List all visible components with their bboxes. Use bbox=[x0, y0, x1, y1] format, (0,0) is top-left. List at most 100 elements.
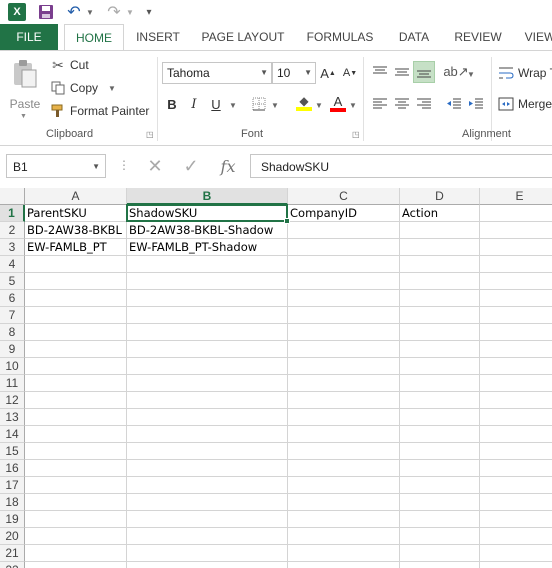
cell-a22[interactable] bbox=[25, 562, 127, 568]
cell-b18[interactable] bbox=[127, 494, 288, 511]
row-header-20[interactable]: 20 bbox=[0, 528, 25, 545]
cell-c12[interactable] bbox=[288, 392, 400, 409]
cell-b5[interactable] bbox=[127, 273, 288, 290]
tab-insert[interactable]: INSERT bbox=[134, 24, 182, 50]
cell-e17[interactable] bbox=[480, 477, 552, 494]
cell-a6[interactable] bbox=[25, 290, 127, 307]
tab-file[interactable]: FILE bbox=[0, 24, 58, 50]
cancel-entry-icon[interactable]: ✕ bbox=[144, 154, 166, 178]
redo-icon[interactable]: ↷ bbox=[106, 3, 122, 21]
confirm-entry-icon[interactable]: ✓ bbox=[180, 154, 202, 178]
cell-d10[interactable] bbox=[400, 358, 480, 375]
cell-c1[interactable]: CompanyID bbox=[288, 205, 400, 222]
cell-a16[interactable] bbox=[25, 460, 127, 477]
cell-b16[interactable] bbox=[127, 460, 288, 477]
cell-b21[interactable] bbox=[127, 545, 288, 562]
row-header-3[interactable]: 3 bbox=[0, 239, 25, 256]
format-painter-button[interactable]: Format Painter bbox=[50, 101, 149, 121]
cell-a19[interactable] bbox=[25, 511, 127, 528]
cell-e1[interactable] bbox=[480, 205, 552, 222]
cut-button[interactable]: ✂ Cut bbox=[50, 55, 89, 75]
row-header-18[interactable]: 18 bbox=[0, 494, 25, 511]
cell-a14[interactable] bbox=[25, 426, 127, 443]
align-left-button[interactable] bbox=[370, 94, 390, 114]
cell-e2[interactable] bbox=[480, 222, 552, 239]
cell-e13[interactable] bbox=[480, 409, 552, 426]
cell-e21[interactable] bbox=[480, 545, 552, 562]
borders-dropdown-icon[interactable]: ▼ bbox=[270, 95, 280, 115]
cell-a4[interactable] bbox=[25, 256, 127, 273]
font-color-button[interactable]: A bbox=[328, 93, 348, 113]
column-header-c[interactable]: C bbox=[288, 188, 400, 205]
cell-a20[interactable] bbox=[25, 528, 127, 545]
increase-indent-button[interactable] bbox=[466, 94, 486, 114]
cell-d3[interactable] bbox=[400, 239, 480, 256]
cell-c15[interactable] bbox=[288, 443, 400, 460]
row-header-13[interactable]: 13 bbox=[0, 409, 25, 426]
column-header-e[interactable]: E bbox=[480, 188, 552, 205]
row-header-14[interactable]: 14 bbox=[0, 426, 25, 443]
cell-e6[interactable] bbox=[480, 290, 552, 307]
borders-button[interactable] bbox=[250, 94, 268, 114]
cell-e16[interactable] bbox=[480, 460, 552, 477]
cell-a13[interactable] bbox=[25, 409, 127, 426]
grow-font-button[interactable]: A ▲ bbox=[320, 63, 336, 83]
cell-c2[interactable] bbox=[288, 222, 400, 239]
middle-align-button[interactable] bbox=[392, 62, 412, 82]
cell-c6[interactable] bbox=[288, 290, 400, 307]
cell-c9[interactable] bbox=[288, 341, 400, 358]
cell-e3[interactable] bbox=[480, 239, 552, 256]
tab-review[interactable]: REVIEW bbox=[450, 24, 506, 50]
font-name-combo[interactable]: Tahoma ▼ bbox=[162, 62, 272, 84]
row-header-12[interactable]: 12 bbox=[0, 392, 25, 409]
cell-b10[interactable] bbox=[127, 358, 288, 375]
clipboard-launcher-icon[interactable]: ◳ bbox=[146, 130, 154, 139]
cell-c7[interactable] bbox=[288, 307, 400, 324]
cell-a18[interactable] bbox=[25, 494, 127, 511]
font-launcher-icon[interactable]: ◳ bbox=[352, 130, 360, 139]
cell-d11[interactable] bbox=[400, 375, 480, 392]
cell-d2[interactable] bbox=[400, 222, 480, 239]
row-header-11[interactable]: 11 bbox=[0, 375, 25, 392]
orientation-dropdown-icon[interactable]: ▼ bbox=[466, 64, 476, 84]
cell-b8[interactable] bbox=[127, 324, 288, 341]
cell-a7[interactable] bbox=[25, 307, 127, 324]
formula-input[interactable]: ShadowSKU bbox=[250, 154, 552, 178]
row-header-15[interactable]: 15 bbox=[0, 443, 25, 460]
cell-e7[interactable] bbox=[480, 307, 552, 324]
cell-a12[interactable] bbox=[25, 392, 127, 409]
row-header-6[interactable]: 6 bbox=[0, 290, 25, 307]
cell-c22[interactable] bbox=[288, 562, 400, 568]
cell-e12[interactable] bbox=[480, 392, 552, 409]
underline-dropdown-icon[interactable]: ▼ bbox=[228, 95, 238, 115]
cell-a2[interactable]: BD-2AW38-BKBL bbox=[25, 222, 127, 239]
font-size-combo[interactable]: 10 ▼ bbox=[272, 62, 316, 84]
formula-bar-resize-handle[interactable]: ⋮ bbox=[118, 158, 130, 172]
paste-button[interactable]: Paste ▼ bbox=[6, 57, 44, 123]
cell-e14[interactable] bbox=[480, 426, 552, 443]
cell-a5[interactable] bbox=[25, 273, 127, 290]
row-header-5[interactable]: 5 bbox=[0, 273, 25, 290]
cell-d17[interactable] bbox=[400, 477, 480, 494]
cell-c17[interactable] bbox=[288, 477, 400, 494]
row-header-9[interactable]: 9 bbox=[0, 341, 25, 358]
copy-button[interactable]: Copy ▼ bbox=[50, 78, 116, 98]
column-header-a[interactable]: A bbox=[25, 188, 127, 205]
row-header-22[interactable]: 22 bbox=[0, 562, 25, 568]
undo-dropdown-icon[interactable]: ▼ bbox=[86, 3, 94, 21]
cell-c4[interactable] bbox=[288, 256, 400, 273]
cell-d1[interactable]: Action bbox=[400, 205, 480, 222]
cell-b9[interactable] bbox=[127, 341, 288, 358]
cell-b22[interactable] bbox=[127, 562, 288, 568]
cell-b3[interactable]: EW-FAMLB_PT-Shadow bbox=[127, 239, 288, 256]
font-color-dropdown-icon[interactable]: ▼ bbox=[348, 95, 358, 115]
merge-center-button[interactable]: Merge bbox=[498, 94, 552, 114]
row-header-10[interactable]: 10 bbox=[0, 358, 25, 375]
customize-toolbar-icon[interactable]: ▾ bbox=[144, 3, 154, 21]
cell-b13[interactable] bbox=[127, 409, 288, 426]
bold-button[interactable]: B bbox=[164, 94, 180, 114]
cell-b19[interactable] bbox=[127, 511, 288, 528]
cell-c21[interactable] bbox=[288, 545, 400, 562]
underline-button[interactable]: U bbox=[208, 94, 224, 114]
cell-b15[interactable] bbox=[127, 443, 288, 460]
